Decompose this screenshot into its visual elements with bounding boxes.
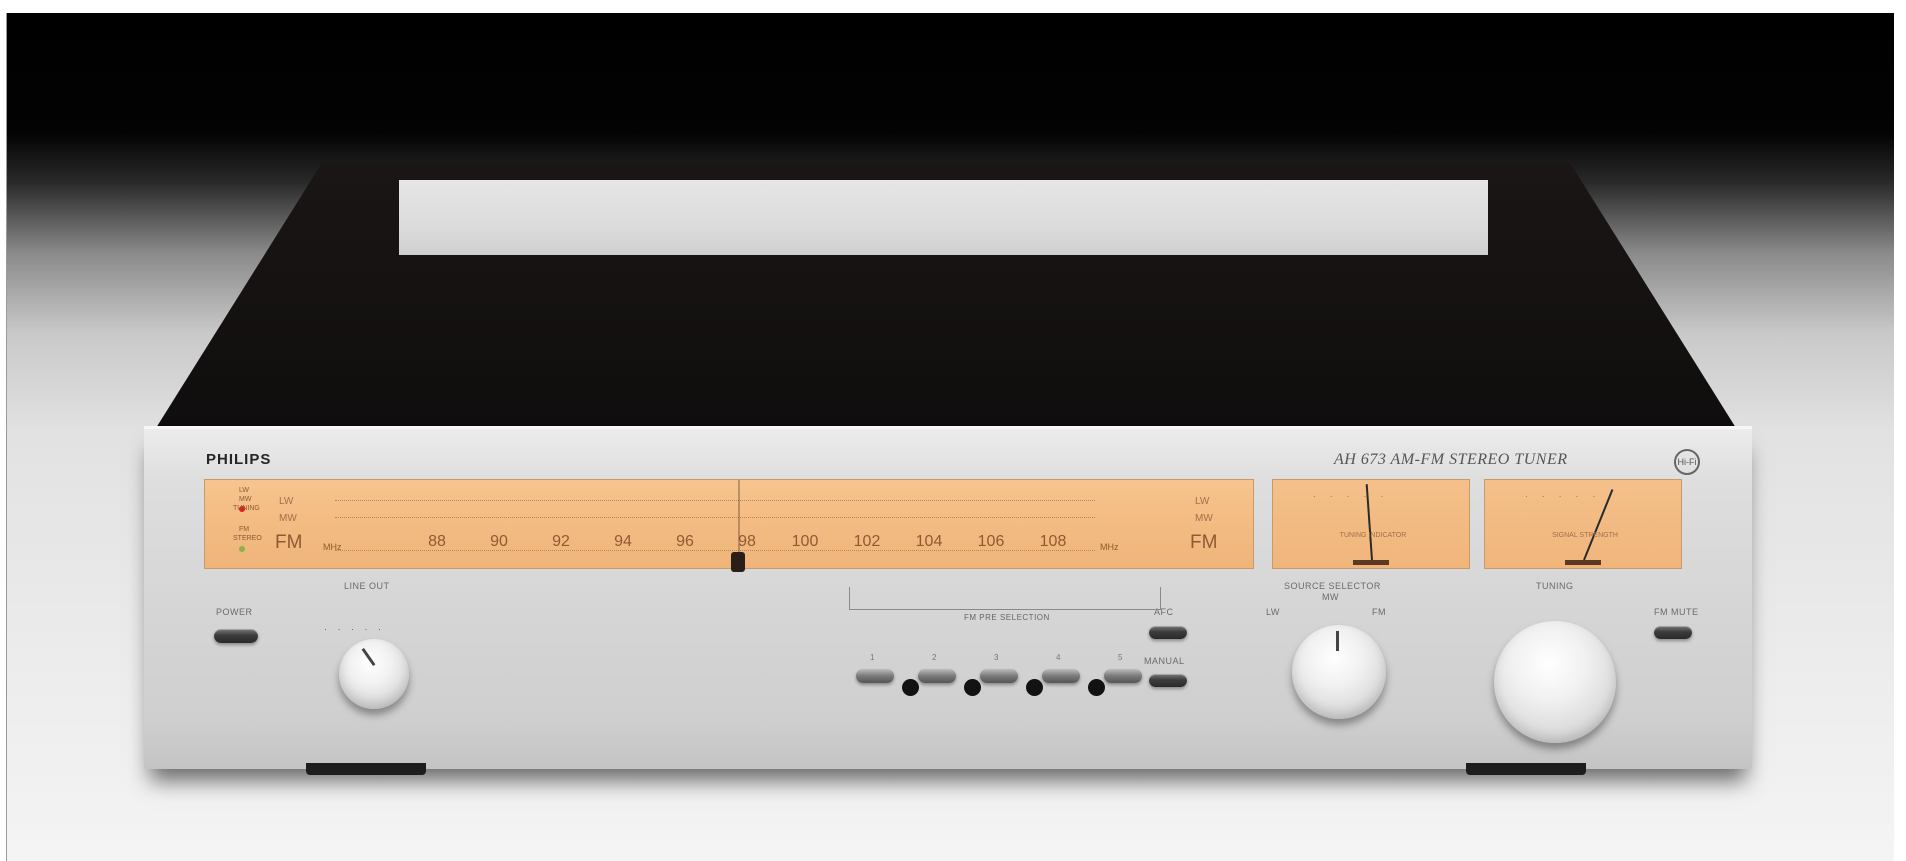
source-position-mw: MW	[1322, 592, 1339, 602]
tuner-foot-left	[306, 763, 426, 775]
tuning-knob[interactable]	[1494, 621, 1616, 743]
fm-scale-tick: 92	[552, 533, 570, 550]
band-label-lw: LW	[279, 496, 294, 507]
source-position-fm: FM	[1372, 607, 1386, 617]
product-photo: PHILIPS AH 673 AM-FM STEREO TUNER Hi-Fi …	[6, 13, 1894, 861]
meter-base	[1565, 560, 1601, 565]
source-selector-knob[interactable]	[1292, 625, 1386, 719]
fm-scale-tick: 104	[915, 533, 943, 550]
tuner-faceplate: PHILIPS AH 673 AM-FM STEREO TUNER Hi-Fi …	[144, 426, 1752, 769]
preset-number: 2	[932, 653, 937, 662]
line-out-knob[interactable]	[339, 639, 409, 709]
meter-scale: · · · · ·	[1525, 492, 1602, 501]
preset-button-1[interactable]	[856, 669, 894, 683]
band-label-mw-right: MW	[1195, 513, 1213, 524]
fm-scale-tick: 90	[490, 533, 508, 550]
afc-button[interactable]	[1149, 626, 1187, 639]
preset-button-3[interactable]	[980, 669, 1018, 683]
indicator-label: LW	[239, 487, 249, 494]
preset-number: 1	[870, 653, 875, 662]
fm-scale-tick: 94	[614, 533, 632, 550]
indicator-label: TUNING	[233, 505, 260, 512]
preset-button-5[interactable]	[1104, 669, 1142, 683]
fm-scale-tick: 98	[738, 533, 756, 550]
hifi-logo: Hi-Fi	[1674, 449, 1700, 475]
tuner-foot-right	[1466, 763, 1586, 775]
preset-indicator	[964, 679, 981, 696]
preset-bracket	[849, 587, 1161, 610]
manual-button[interactable]	[1149, 674, 1187, 687]
signal-meter: · · · · · SIGNAL STRENGTH	[1484, 479, 1682, 569]
preset-indicator	[1026, 679, 1043, 696]
preset-selection-label: FM PRE SELECTION	[964, 613, 1050, 622]
indicator-label: STEREO	[233, 535, 262, 542]
knob-indicator	[1336, 631, 1339, 651]
power-label: POWER	[216, 607, 253, 617]
meter-label: SIGNAL STRENGTH	[1552, 532, 1618, 539]
dial-pointer-handle	[731, 552, 745, 572]
fm-scale-tick: 102	[853, 533, 881, 550]
photo-border	[6, 13, 7, 861]
fm-scale-tick: 108	[1039, 533, 1067, 550]
source-position-lw: LW	[1266, 607, 1280, 617]
preset-number: 5	[1118, 653, 1123, 662]
unit-label-right: MHz	[1100, 542, 1119, 552]
line-out-scale-dots: · · · · ·	[324, 624, 385, 634]
preset-button-2[interactable]	[918, 669, 956, 683]
power-button[interactable]	[214, 629, 258, 643]
cover-reflection	[399, 180, 1488, 255]
fm-mute-button[interactable]	[1654, 626, 1692, 639]
fm-mute-label: FM MUTE	[1654, 607, 1699, 617]
preset-number: 4	[1056, 653, 1061, 662]
band-label-lw-right: LW	[1195, 496, 1210, 507]
stereo-led	[239, 546, 245, 552]
brand-logo: PHILIPS	[206, 451, 272, 468]
preset-indicator	[902, 679, 919, 696]
band-label-fm-right: FM	[1190, 532, 1218, 553]
mw-scale-line	[335, 517, 1095, 518]
band-label-fm: FM	[275, 532, 303, 553]
indicator-label: FM	[239, 526, 250, 533]
indicator-labels: LW MW TUNING FM STEREO	[219, 486, 262, 543]
tuning-meter: · · · · · TUNING INDICATOR	[1272, 479, 1470, 569]
band-label-mw: MW	[279, 513, 297, 524]
fm-scale-tick: 106	[977, 533, 1005, 550]
tuning-label: TUNING	[1536, 581, 1574, 591]
preset-button-4[interactable]	[1042, 669, 1080, 683]
lw-scale-line	[335, 500, 1095, 501]
model-name: AH 673 AM-FM STEREO TUNER	[1334, 451, 1568, 468]
source-selector-label: SOURCE SELECTOR	[1284, 581, 1381, 591]
meter-scale: · · · · ·	[1313, 492, 1390, 501]
tuning-dial: LW MW TUNING FM STEREO LW MW FM MHz LW M…	[204, 479, 1254, 572]
meter-label: TUNING INDICATOR	[1339, 532, 1407, 539]
indicator-label: MW	[239, 496, 252, 503]
knob-indicator	[361, 647, 376, 667]
preset-indicator	[1088, 679, 1105, 696]
line-out-label: LINE OUT	[344, 581, 390, 591]
meter-base	[1353, 560, 1389, 565]
preset-number: 3	[994, 653, 999, 662]
manual-label: MANUAL	[1144, 656, 1185, 666]
fm-scale-tick: 88	[428, 533, 446, 550]
fm-scale-tick: 96	[676, 533, 694, 550]
fm-scale-tick: 100	[791, 533, 819, 550]
